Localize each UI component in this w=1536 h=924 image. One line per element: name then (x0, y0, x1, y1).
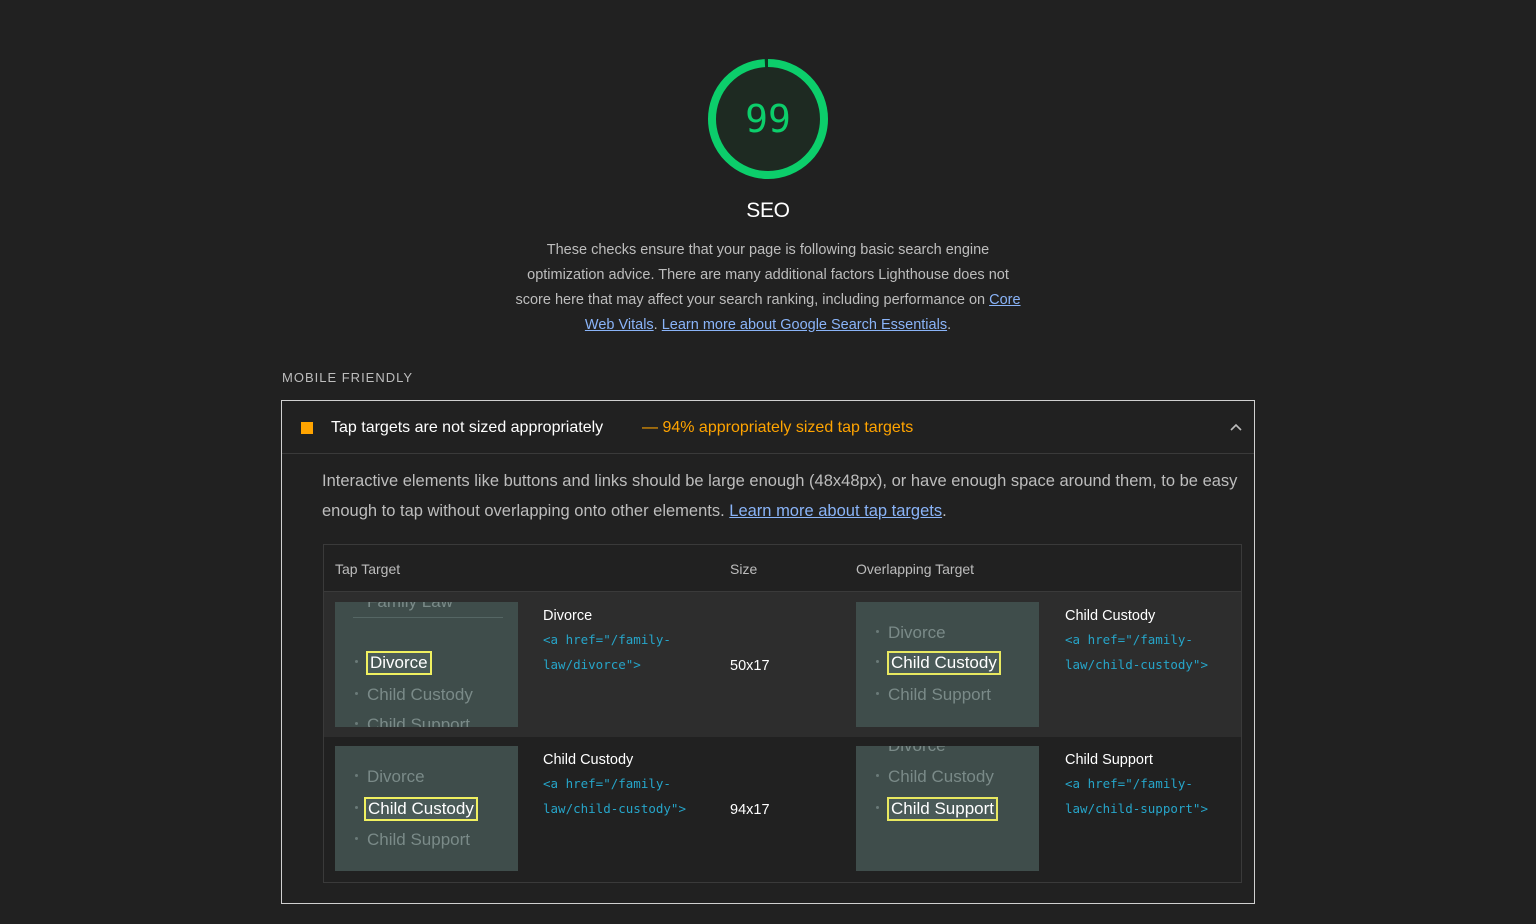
score-value: 99 (745, 97, 791, 141)
screenshot-text: Child Custody (335, 685, 518, 705)
warning-square-icon (301, 422, 313, 434)
learn-more-tap-targets-link[interactable]: Learn more about tap targets (729, 502, 942, 520)
screenshot-text: Divorce (335, 767, 518, 787)
screenshot-text: Divorce (856, 746, 1039, 756)
overlap-target-screenshot: Divorce Child Custody Child Support (856, 746, 1039, 871)
overlap-target-label: Child Support (1065, 752, 1153, 768)
tap-target-size: 50x17 (730, 658, 770, 674)
tap-target-screenshot: Divorce Child Custody Child Support (335, 746, 518, 871)
header-overlapping-target: Overlapping Target (856, 561, 975, 577)
category-description-text: These checks ensure that your page is fo… (515, 242, 1009, 308)
tap-target-screenshot: Family Law Divorce Child Custody Child S… (335, 602, 518, 727)
audit-description: Interactive elements like buttons and li… (322, 467, 1242, 526)
tap-target-label: Child Custody (543, 752, 634, 768)
screenshot-text: Child Custody (856, 767, 1039, 787)
overlap-target-screenshot: Divorce Child Custody Child Support (856, 602, 1039, 727)
screenshot-text: Child Support (335, 830, 518, 850)
screenshot-text: Child Support (335, 715, 518, 727)
period: . (942, 501, 947, 520)
screenshot-text: Family Law (335, 602, 518, 612)
screenshot-text: Divorce (856, 623, 1039, 643)
overlap-target-code-line: <a href="/family- (1065, 632, 1193, 647)
audit-title: Tap targets are not sized appropriately (331, 419, 604, 436)
tap-targets-table: Tap Target Size Overlapping Target Famil… (323, 544, 1242, 883)
separator: . (653, 317, 662, 333)
period: . (947, 317, 952, 333)
audit-header[interactable]: Tap targets are not sized appropriately … (282, 401, 1254, 454)
audit-display-value: — 94% appropriately sized tap targets (642, 419, 914, 436)
tap-target-label: Divorce (543, 608, 593, 624)
overlap-target-label: Child Custody (1065, 608, 1156, 624)
header-tap-target: Tap Target (335, 561, 401, 577)
tap-targets-audit: Tap targets are not sized appropriately … (281, 400, 1255, 904)
tap-target-code-line: <a href="/family- (543, 632, 671, 647)
tap-target-code-line: law/divorce"> (543, 657, 641, 672)
category-description: These checks ensure that your page is fo… (508, 238, 1028, 338)
screenshot-text: Child Support (856, 685, 1039, 705)
overlap-target-code-line: <a href="/family- (1065, 776, 1193, 791)
tap-target-code-line: law/child-custody"> (543, 801, 686, 816)
table-row: Family Law Divorce Child Custody Child S… (324, 591, 1241, 737)
group-title: MOBILE FRIENDLY (282, 370, 414, 385)
overlap-target-code-line: law/child-support"> (1065, 801, 1208, 816)
search-essentials-link[interactable]: Learn more about Google Search Essential… (662, 317, 947, 333)
table-row: Divorce Child Custody Child Support Chil… (324, 737, 1241, 882)
header-size: Size (730, 561, 758, 577)
overlap-target-code-line: law/child-custody"> (1065, 657, 1208, 672)
category-title: SEO (746, 199, 790, 222)
tap-target-code-line: <a href="/family- (543, 776, 671, 791)
chevron-up-icon[interactable] (1226, 419, 1246, 435)
tap-target-size: 94x17 (730, 802, 770, 818)
